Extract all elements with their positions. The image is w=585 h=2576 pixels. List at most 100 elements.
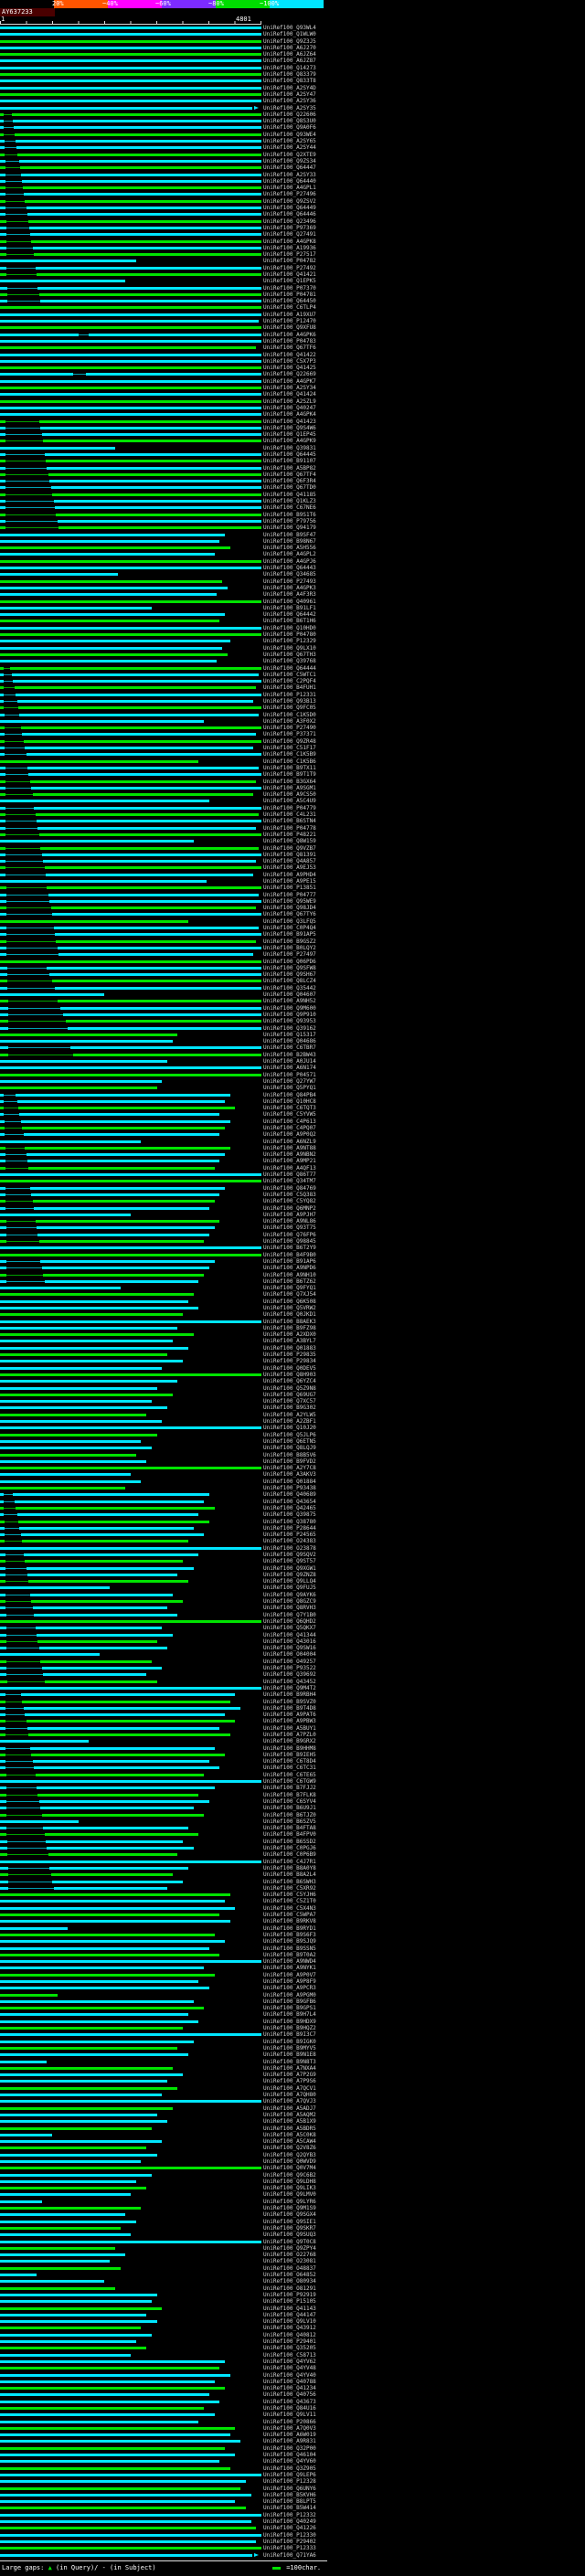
hit-bar[interactable] — [19, 166, 261, 170]
hit-label[interactable]: UniRef100_Q9LMV0 — [263, 2191, 316, 2198]
hit-bar-segment[interactable] — [0, 1827, 7, 1830]
hit-label[interactable]: UniRef100_Q833T8 — [263, 78, 316, 84]
hit-label[interactable]: UniRef100_Q5Z9N8 — [263, 1385, 316, 1392]
hit-label[interactable]: UniRef100_Q86T77 — [263, 1171, 316, 1178]
alignment-row[interactable]: UniRef100_A2SY35 — [0, 105, 585, 111]
alignment-row[interactable]: UniRef100_C4J7R1 — [0, 1859, 585, 1865]
hit-bar[interactable] — [0, 840, 194, 843]
alignment-row[interactable]: UniRef100_P92919 — [0, 2292, 585, 2298]
hit-label[interactable]: UniRef100_A7QH80 — [263, 2092, 316, 2098]
hit-bar-segment[interactable] — [0, 1853, 7, 1857]
hit-bar[interactable] — [37, 826, 257, 830]
hit-label[interactable]: UniRef100_Q81391 — [263, 852, 316, 858]
hit-label[interactable]: UniRef100_A9PBW3 — [263, 1718, 316, 1724]
alignment-row[interactable]: UniRef100_A2SY33 — [0, 172, 585, 178]
hit-label[interactable]: UniRef100_Q84U16 — [263, 2405, 316, 2412]
hit-bar[interactable] — [0, 1287, 121, 1290]
alignment-row[interactable]: UniRef100_Q93WL4 — [0, 25, 585, 31]
hit-bar-segment[interactable] — [0, 1786, 6, 1790]
alignment-row[interactable]: UniRef100_Q39768 — [0, 658, 585, 664]
hit-bar[interactable] — [20, 173, 261, 176]
hit-bar[interactable] — [0, 2126, 152, 2130]
hit-label[interactable]: UniRef100_A6NZL9 — [263, 1139, 316, 1145]
hit-bar[interactable] — [0, 620, 220, 623]
alignment-row[interactable]: UniRef100_B7FLK8 — [0, 1792, 585, 1798]
hit-bar[interactable] — [27, 219, 261, 223]
hit-label[interactable]: UniRef100_Q4YV62 — [263, 2359, 316, 2365]
alignment-row[interactable]: UniRef100_P37371 — [0, 731, 585, 737]
hit-bar[interactable] — [48, 472, 261, 476]
hit-bar[interactable] — [48, 1853, 178, 1857]
hit-bar[interactable] — [0, 1087, 157, 1090]
hit-label[interactable]: UniRef100_A9R831 — [263, 2438, 316, 2444]
hit-bar[interactable] — [0, 2053, 188, 2057]
hit-label[interactable]: UniRef100_P04778 — [263, 825, 316, 832]
hit-label[interactable]: UniRef100_B9GPS1 — [263, 2005, 316, 2011]
hit-label[interactable]: UniRef100_C6TQT3 — [263, 1105, 316, 1111]
hit-label[interactable]: UniRef100_Q40249 — [263, 2518, 316, 2525]
hit-bar[interactable] — [16, 1513, 199, 1517]
hit-label[interactable]: UniRef100_P12332 — [263, 2512, 316, 2518]
alignment-row[interactable]: UniRef100_Q9M600 — [0, 1005, 585, 1012]
alignment-row[interactable]: UniRef100_P93438 — [0, 1485, 585, 1491]
hit-label[interactable]: UniRef100_P92919 — [263, 2292, 316, 2298]
hit-bar[interactable] — [0, 2060, 48, 2063]
alignment-row[interactable]: UniRef100_A2SY65 — [0, 138, 585, 144]
hit-label[interactable]: UniRef100_Q9SIE1 — [263, 2219, 316, 2225]
alignment-row[interactable]: UniRef100_A6W019 — [0, 2432, 585, 2438]
hit-bar-segment[interactable] — [0, 193, 6, 196]
hit-label[interactable]: UniRef100_P27497 — [263, 951, 316, 958]
hit-label[interactable]: UniRef100_P12333 — [263, 2545, 316, 2551]
hit-label[interactable]: UniRef100_Q9LYR6 — [263, 2199, 316, 2205]
hit-label[interactable]: UniRef100_Q1KLZ3 — [263, 498, 316, 504]
hit-label[interactable]: UniRef100_Q9S4W6 — [263, 425, 316, 431]
hit-bar-segment[interactable] — [0, 1700, 5, 1703]
hit-bar-segment[interactable] — [0, 1673, 7, 1677]
hit-bar-segment[interactable] — [0, 186, 5, 190]
hit-label[interactable]: UniRef100_B9SSN5 — [263, 1945, 316, 1952]
hit-bar[interactable] — [31, 1753, 225, 1756]
hit-bar-segment[interactable] — [0, 832, 5, 836]
hit-bar-segment[interactable] — [0, 666, 5, 670]
alignment-row[interactable]: UniRef100_Q6QHD2 — [0, 1618, 585, 1625]
hit-label[interactable]: UniRef100_Q41344 — [263, 1632, 316, 1638]
hit-label[interactable]: UniRef100_A4GPK9 — [263, 438, 316, 444]
hit-bar[interactable] — [0, 1246, 261, 1250]
hit-label[interactable]: UniRef100_A9PHD4 — [263, 872, 316, 878]
hit-label[interactable]: UniRef100_B6SZV5 — [263, 1818, 316, 1825]
alignment-row[interactable]: UniRef100_Q40249 — [0, 2518, 585, 2525]
hit-bar[interactable] — [58, 526, 261, 530]
hit-bar[interactable] — [0, 100, 261, 103]
hit-bar-segment[interactable] — [0, 1593, 6, 1596]
alignment-row[interactable]: UniRef100_P27490 — [0, 725, 585, 731]
hit-label[interactable]: UniRef100_B91LF1 — [263, 605, 316, 611]
hit-bar[interactable] — [0, 1360, 184, 1363]
alignment-row[interactable]: UniRef100_P07370 — [0, 285, 585, 292]
hit-bar[interactable] — [0, 1913, 220, 1917]
hit-bar[interactable] — [47, 966, 261, 970]
alignment-row[interactable]: UniRef100_Q1KLZ3 — [0, 498, 585, 504]
alignment-row[interactable]: UniRef100_A19XU7 — [0, 312, 585, 318]
hit-bar-segment[interactable] — [0, 739, 5, 743]
hit-label[interactable]: UniRef100_P12470 — [263, 318, 316, 324]
hit-bar[interactable] — [0, 1060, 168, 1064]
hit-label[interactable]: UniRef100_B9TX11 — [263, 765, 316, 771]
hit-bar[interactable] — [55, 933, 261, 937]
hit-label[interactable]: UniRef100_A4GPL2 — [263, 551, 316, 557]
alignment-row[interactable]: UniRef100_Q9SQV2 — [0, 1552, 585, 1558]
hit-label[interactable]: UniRef100_Q9SQV2 — [263, 1552, 316, 1558]
hit-label[interactable]: UniRef100_A2SY44 — [263, 144, 316, 151]
hit-bar-segment[interactable] — [0, 159, 5, 163]
alignment-row[interactable]: UniRef100_Q43912 — [0, 2325, 585, 2331]
hit-bar[interactable] — [0, 2533, 261, 2537]
hit-bar[interactable] — [0, 586, 228, 589]
hit-bar[interactable] — [0, 313, 261, 316]
alignment-row[interactable]: UniRef100_A9P0V7 — [0, 1972, 585, 1978]
hit-bar[interactable] — [11, 673, 260, 676]
alignment-row[interactable]: UniRef100_A9NT88 — [0, 1145, 585, 1151]
alignment-row[interactable]: UniRef100_O48837 — [0, 2265, 585, 2272]
hit-bar[interactable] — [40, 426, 261, 429]
hit-bar-segment[interactable] — [0, 893, 6, 896]
hit-label[interactable]: UniRef100_P27493 — [263, 578, 316, 585]
hit-label[interactable]: UniRef100_B5KVH6 — [263, 2492, 316, 2498]
